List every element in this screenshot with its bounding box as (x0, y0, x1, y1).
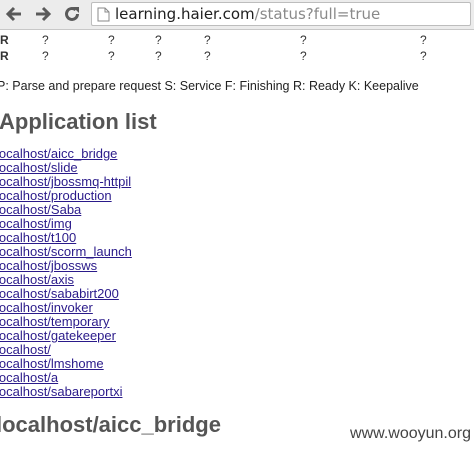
url-host: learning.haier.com (115, 5, 255, 23)
worker-cell: ? (300, 33, 307, 47)
list-item: localhost/scorm_launch (0, 244, 132, 259)
worker-cell: ? (204, 33, 211, 47)
app-link[interactable]: localhost/t100 (0, 230, 76, 245)
url-path: /status?full=true (254, 5, 381, 23)
worker-cell: ? (42, 33, 49, 47)
app-link[interactable]: localhost/jbossmq-httpil (0, 174, 131, 189)
list-item: localhost/ (0, 342, 132, 357)
url-text: learning.haier.com/status?full=true (115, 5, 380, 23)
worker-mode: R (0, 49, 9, 63)
worker-row: R ? ? ? ? ? ? (0, 33, 474, 49)
app-list: localhost/aicc_bridge localhost/slide lo… (0, 146, 132, 399)
worker-cell: ? (155, 33, 162, 47)
list-item: localhost/jbossws (0, 258, 132, 273)
worker-cell: ? (108, 33, 115, 47)
address-bar[interactable]: learning.haier.com/status?full=true (91, 2, 471, 26)
back-button[interactable] (3, 3, 25, 25)
list-item: localhost/sababirt200 (0, 286, 132, 301)
app-link[interactable]: localhost/axis (0, 272, 74, 287)
browser-toolbar: learning.haier.com/status?full=true (0, 0, 474, 30)
reload-icon (65, 6, 79, 21)
app-link[interactable]: localhost/ (0, 342, 51, 357)
list-item: localhost/axis (0, 272, 132, 287)
app-link[interactable]: localhost/scorm_launch (0, 244, 132, 259)
watermark: www.wooyun.org (350, 425, 471, 442)
app-link[interactable]: localhost/production (0, 188, 112, 203)
app-link[interactable]: localhost/sababirt200 (0, 286, 119, 301)
app-link[interactable]: localhost/gatekeeper (0, 328, 116, 343)
app-link[interactable]: localhost/lmshome (0, 356, 104, 371)
list-item: localhost/slide (0, 160, 132, 175)
worker-cell: ? (42, 49, 49, 63)
worker-row: R ? ? ? ? ? ? (0, 49, 474, 65)
worker-cell: ? (108, 49, 115, 63)
app-link[interactable]: localhost/aicc_bridge (0, 146, 117, 161)
app-link[interactable]: localhost/invoker (0, 300, 93, 315)
worker-cell: ? (300, 49, 307, 63)
list-item: localhost/gatekeeper (0, 328, 132, 343)
list-item: localhost/aicc_bridge (0, 146, 132, 161)
list-item: localhost/temporary (0, 314, 132, 329)
list-item: localhost/Saba (0, 202, 132, 217)
arrow-left-icon (5, 6, 21, 22)
list-item: localhost/lmshome (0, 356, 132, 371)
list-item: localhost/sabareportxi (0, 384, 132, 399)
page-icon (97, 7, 110, 21)
app-link[interactable]: localhost/img (0, 216, 72, 231)
list-item: localhost/t100 (0, 230, 132, 245)
app-link[interactable]: localhost/a (0, 370, 58, 385)
app-link[interactable]: localhost/sabareportxi (0, 384, 122, 399)
list-item: localhost/jbossmq-httpil (0, 174, 132, 189)
worker-cell: ? (420, 49, 427, 63)
app-list-heading: Application list (0, 109, 157, 134)
reload-button[interactable] (61, 3, 83, 25)
app-link[interactable]: localhost/slide (0, 160, 78, 175)
forward-button[interactable] (32, 3, 54, 25)
status-legend: P: Parse and prepare request S: Service … (0, 79, 419, 93)
list-item: localhost/production (0, 188, 132, 203)
worker-cell: ? (420, 33, 427, 47)
worker-cell: ? (204, 49, 211, 63)
worker-mode: R (0, 33, 9, 47)
app-link[interactable]: localhost/temporary (0, 314, 109, 329)
list-item: localhost/a (0, 370, 132, 385)
section-heading: localhost/aicc_bridge (0, 412, 221, 437)
arrow-right-icon (36, 6, 52, 22)
app-link[interactable]: localhost/Saba (0, 202, 81, 217)
list-item: localhost/img (0, 216, 132, 231)
worker-cell: ? (155, 49, 162, 63)
app-link[interactable]: localhost/jbossws (0, 258, 97, 273)
list-item: localhost/invoker (0, 300, 132, 315)
